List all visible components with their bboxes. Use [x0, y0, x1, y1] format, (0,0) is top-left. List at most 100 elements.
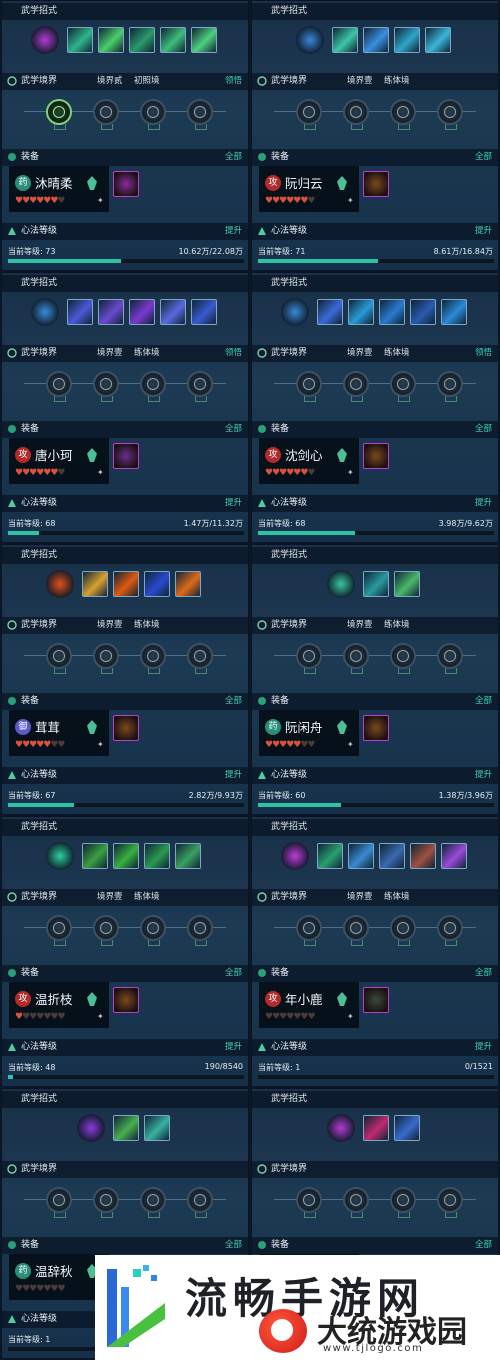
realm-node[interactable] [46, 99, 72, 130]
realm-node[interactable] [140, 99, 166, 130]
skill-icon[interactable] [113, 843, 139, 869]
realm-node[interactable] [437, 1187, 463, 1218]
realm-node[interactable] [390, 915, 416, 946]
skill-icon[interactable] [409, 299, 436, 325]
upgrade-link[interactable]: 提升 [475, 225, 492, 238]
realm-node[interactable] [390, 1187, 416, 1218]
skill-icon[interactable] [425, 27, 451, 53]
main-skill-icon[interactable] [77, 1114, 105, 1142]
skill-icon[interactable] [363, 571, 389, 597]
all-link[interactable]: 全部 [225, 695, 242, 708]
skill-icon[interactable] [82, 843, 108, 869]
skill-icon[interactable] [409, 843, 436, 869]
main-skill-icon[interactable] [280, 842, 309, 870]
realm-node[interactable] [296, 643, 322, 674]
realm-node[interactable] [140, 643, 166, 674]
character-card[interactable]: 攻年小鹿 ♥♥♥♥♥♥♥ ✦ [259, 982, 359, 1028]
realm-node[interactable] [46, 371, 72, 402]
realm-node[interactable] [93, 1187, 119, 1218]
gear-slot-icon[interactable] [113, 715, 139, 741]
character-card[interactable]: 攻阮归云 ♥♥♥♥♥♥♥ ✦ [259, 166, 359, 212]
all-link[interactable]: 全部 [225, 967, 242, 980]
all-link[interactable]: 全部 [475, 151, 492, 164]
gear-slot-icon[interactable] [113, 171, 139, 197]
realm-node[interactable] [437, 371, 463, 402]
gear-slot-icon[interactable] [113, 987, 139, 1013]
skill-icon[interactable] [66, 299, 93, 325]
upgrade-link[interactable]: 提升 [225, 225, 242, 238]
upgrade-link[interactable]: 提升 [475, 497, 492, 510]
gear-slot-icon[interactable] [363, 443, 389, 469]
skill-icon[interactable] [378, 843, 405, 869]
realm-node[interactable] [93, 371, 119, 402]
skill-icon[interactable] [128, 27, 155, 53]
realm-node[interactable] [187, 99, 213, 130]
skill-icon[interactable] [332, 27, 358, 53]
skill-icon[interactable] [378, 299, 405, 325]
all-link[interactable]: 全部 [225, 151, 242, 164]
character-card[interactable]: 攻沈剑心 ♥♥♥♥♥♥♥ ✦ [259, 438, 359, 484]
realm-node[interactable] [437, 643, 463, 674]
skill-icon[interactable] [347, 299, 374, 325]
all-link[interactable]: 全部 [475, 1239, 492, 1252]
gear-slot-icon[interactable] [363, 987, 389, 1013]
gear-slot-icon[interactable] [363, 715, 389, 741]
gear-slot-icon[interactable] [113, 443, 139, 469]
realm-node[interactable] [296, 1187, 322, 1218]
realm-node[interactable] [343, 1187, 369, 1218]
skill-icon[interactable] [363, 27, 389, 53]
skill-icon[interactable] [113, 571, 139, 597]
gear-slot-icon[interactable] [363, 171, 389, 197]
all-link[interactable]: 全部 [475, 967, 492, 980]
realm-node[interactable] [187, 371, 213, 402]
main-skill-icon[interactable] [327, 570, 355, 598]
all-link[interactable]: 全部 [225, 1239, 242, 1252]
skill-icon[interactable] [190, 299, 217, 325]
realm-node[interactable] [93, 99, 119, 130]
insight-link[interactable]: 领悟 [225, 75, 242, 88]
skill-icon[interactable] [97, 27, 124, 53]
skill-icon[interactable] [440, 299, 467, 325]
skill-icon[interactable] [316, 843, 343, 869]
skill-icon[interactable] [394, 27, 420, 53]
realm-node[interactable] [140, 915, 166, 946]
skill-icon[interactable] [159, 27, 186, 53]
upgrade-link[interactable]: 提升 [475, 1041, 492, 1054]
realm-node[interactable] [187, 1187, 213, 1218]
all-link[interactable]: 全部 [475, 423, 492, 436]
realm-node[interactable] [46, 915, 72, 946]
skill-icon[interactable] [190, 27, 217, 53]
main-skill-icon[interactable] [296, 26, 324, 54]
main-skill-icon[interactable] [30, 298, 59, 326]
realm-node[interactable] [140, 1187, 166, 1218]
skill-icon[interactable] [440, 843, 467, 869]
realm-node[interactable] [437, 99, 463, 130]
realm-node[interactable] [187, 915, 213, 946]
realm-node[interactable] [296, 371, 322, 402]
skill-icon[interactable] [316, 299, 343, 325]
realm-node[interactable] [187, 643, 213, 674]
skill-icon[interactable] [394, 1115, 420, 1141]
main-skill-icon[interactable] [327, 1114, 355, 1142]
upgrade-link[interactable]: 提升 [225, 497, 242, 510]
realm-node[interactable] [93, 643, 119, 674]
character-card[interactable]: 攻温折枝 ♥♥♥♥♥♥♥ ✦ [9, 982, 109, 1028]
main-skill-icon[interactable] [280, 298, 309, 326]
skill-icon[interactable] [82, 571, 108, 597]
skill-icon[interactable] [144, 1115, 170, 1141]
character-card[interactable]: 药沐晴柔 ♥♥♥♥♥♥♥ ✦ [9, 166, 109, 212]
skill-icon[interactable] [113, 1115, 139, 1141]
realm-node[interactable] [343, 915, 369, 946]
skill-icon[interactable] [347, 843, 374, 869]
character-card[interactable]: 药阮闲舟 ♥♥♥♥♥♥♥ ✦ [259, 710, 359, 756]
character-card[interactable]: 攻唐小珂 ♥♥♥♥♥♥♥ ✦ [9, 438, 109, 484]
realm-node[interactable] [140, 371, 166, 402]
skill-icon[interactable] [97, 299, 124, 325]
upgrade-link[interactable]: 提升 [225, 1041, 242, 1054]
insight-link[interactable]: 领悟 [225, 347, 242, 360]
main-skill-icon[interactable] [30, 26, 59, 54]
upgrade-link[interactable]: 提升 [475, 769, 492, 782]
skill-icon[interactable] [128, 299, 155, 325]
skill-icon[interactable] [66, 27, 93, 53]
realm-node[interactable] [437, 915, 463, 946]
